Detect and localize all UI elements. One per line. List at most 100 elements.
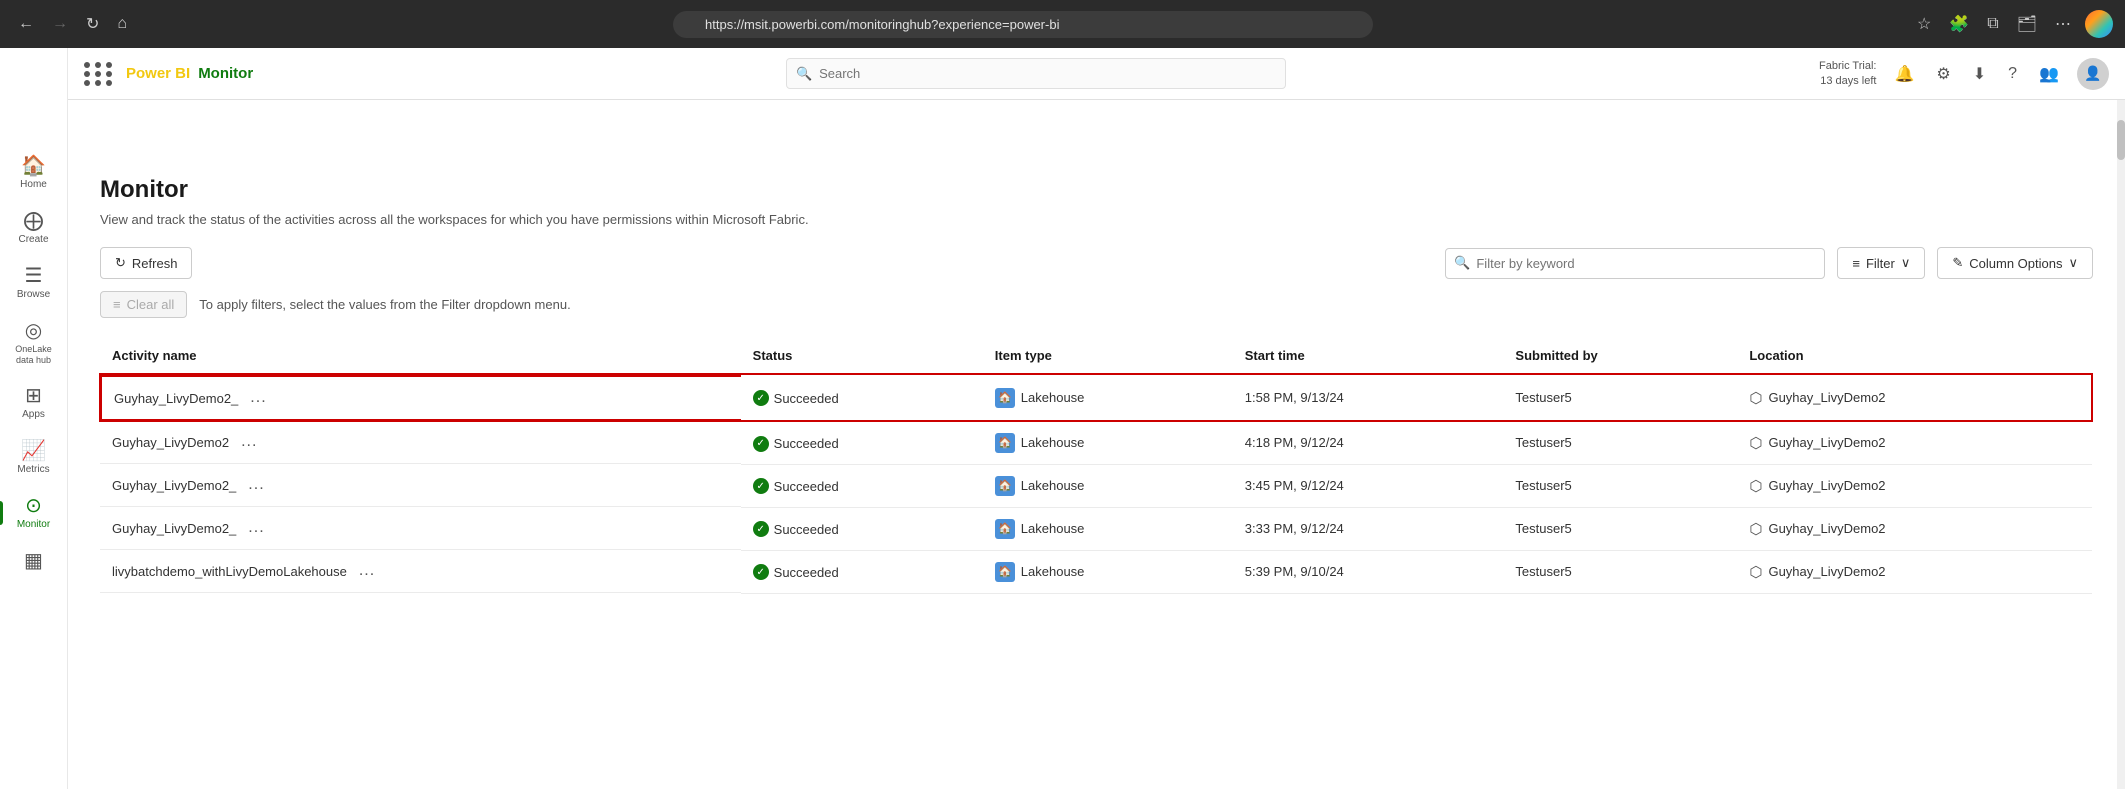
cell-status: ✓Succeeded bbox=[741, 374, 983, 421]
star-icon[interactable]: ☆ bbox=[1913, 10, 1935, 38]
workspace-icon: ⬡ bbox=[1749, 434, 1762, 452]
settings-button[interactable]: ⚙ bbox=[1932, 60, 1954, 88]
filter-search-icon: 🔍 bbox=[1454, 255, 1470, 271]
status-badge: ✓Succeeded bbox=[753, 390, 839, 406]
item-type-cell: 🏠Lakehouse bbox=[995, 519, 1221, 539]
browser-home-button[interactable]: ⌂ bbox=[111, 11, 133, 37]
cell-submitted-by: Testuser5 bbox=[1503, 507, 1737, 550]
notifications-button[interactable]: 🔔 bbox=[1890, 60, 1918, 88]
cell-activity-name: livybatchdemo_withLivyDemoLakehouse... bbox=[100, 550, 741, 593]
row-ellipsis-button[interactable]: ... bbox=[244, 474, 268, 496]
row-ellipsis-button[interactable]: ... bbox=[237, 431, 261, 453]
create-icon: ⨁ bbox=[24, 211, 44, 231]
lakehouse-icon: 🏠 bbox=[995, 388, 1015, 408]
page-title: Monitor bbox=[100, 176, 2093, 204]
column-options-button[interactable]: ✎ Column Options ∨ bbox=[1937, 247, 2093, 279]
row-ellipsis-button[interactable]: ... bbox=[244, 517, 268, 539]
download-button[interactable]: ⬇ bbox=[1969, 60, 1990, 88]
item-type-text: Lakehouse bbox=[1021, 564, 1085, 579]
main-content: Monitor View and track the status of the… bbox=[68, 152, 2125, 789]
table-row[interactable]: Guyhay_LivyDemo2_...✓Succeeded🏠Lakehouse… bbox=[100, 507, 2092, 550]
sidebar-item-monitor[interactable]: ⊙ Monitor bbox=[4, 488, 64, 539]
filter-hint-text: To apply filters, select the values from… bbox=[199, 297, 570, 312]
top-search-bar: 🔍 bbox=[786, 58, 1286, 89]
location-text: Guyhay_LivyDemo2 bbox=[1768, 564, 1885, 579]
filter-chevron-icon: ∨ bbox=[1901, 255, 1911, 271]
sidebar-item-create[interactable]: ⨁ Create bbox=[4, 203, 64, 254]
cell-item-type: 🏠Lakehouse bbox=[983, 374, 1233, 421]
row-ellipsis-button[interactable]: ... bbox=[246, 387, 270, 409]
cell-activity-name: Guyhay_LivyDemo2_... bbox=[100, 507, 741, 550]
help-button[interactable]: ? bbox=[2004, 61, 2021, 87]
more-icon[interactable]: ⋯ bbox=[2051, 10, 2075, 38]
activity-name-text: Guyhay_LivyDemo2_ bbox=[112, 521, 236, 536]
cell-item-type: 🏠Lakehouse bbox=[983, 464, 1233, 507]
location-cell: ⬡Guyhay_LivyDemo2 bbox=[1749, 477, 2080, 495]
filter-button[interactable]: ≡ Filter ∨ bbox=[1837, 247, 1925, 279]
cell-location: ⬡Guyhay_LivyDemo2 bbox=[1737, 507, 2092, 550]
table-row[interactable]: Guyhay_LivyDemo2...✓Succeeded🏠Lakehouse4… bbox=[100, 421, 2092, 464]
col-header-start-time: Start time bbox=[1233, 338, 1504, 374]
location-text: Guyhay_LivyDemo2 bbox=[1768, 435, 1885, 450]
location-cell: ⬡Guyhay_LivyDemo2 bbox=[1749, 389, 2079, 407]
user-avatar[interactable]: 👤 bbox=[2077, 58, 2109, 90]
sidebar-label-onelake: OneLakedata hub bbox=[15, 344, 52, 366]
item-type-cell: 🏠Lakehouse bbox=[995, 562, 1221, 582]
grid-dots-icon[interactable] bbox=[84, 62, 114, 86]
search-input[interactable] bbox=[786, 58, 1286, 89]
status-text: Succeeded bbox=[774, 565, 839, 580]
browser-back-button[interactable]: ← bbox=[12, 11, 40, 37]
table-row[interactable]: livybatchdemo_withLivyDemoLakehouse... ✓ S… bbox=[100, 550, 2092, 593]
success-icon: ✓ bbox=[753, 478, 769, 494]
address-bar-input[interactable] bbox=[673, 11, 1373, 38]
success-icon: ✓ bbox=[753, 564, 769, 580]
success-icon: ✓ bbox=[753, 436, 769, 452]
toolbar-row: ↻ Refresh 🔍 ≡ Filter ∨ ✎ Column Options … bbox=[100, 247, 2093, 279]
cell-submitted-by: Testuser5 bbox=[1503, 464, 1737, 507]
scrollbar-thumb[interactable] bbox=[2117, 120, 2125, 160]
col-header-location: Location bbox=[1737, 338, 2092, 374]
column-options-chevron-icon: ∨ bbox=[2068, 255, 2078, 271]
sidebar-label-apps: Apps bbox=[22, 409, 45, 421]
cell-activity-name: Guyhay_LivyDemo2_... bbox=[100, 375, 741, 421]
browser-reload-button[interactable]: ↻ bbox=[80, 10, 105, 38]
item-type-text: Lakehouse bbox=[1021, 521, 1085, 536]
share-button[interactable]: 👥 bbox=[2035, 60, 2063, 88]
status-text: Succeeded bbox=[774, 436, 839, 451]
cell-submitted-by: Testuser5 bbox=[1503, 374, 1737, 421]
sidebar-item-onelake[interactable]: ◎ OneLakedata hub bbox=[4, 313, 64, 374]
workspace-icon: ⬡ bbox=[1749, 389, 1762, 407]
item-type-cell: 🏠Lakehouse bbox=[995, 433, 1221, 453]
activity-name-text: Guyhay_LivyDemo2_ bbox=[112, 478, 236, 493]
cell-status: ✓Succeeded bbox=[741, 507, 983, 550]
apps-icon: ⊞ bbox=[25, 386, 42, 406]
sidebar-item-browse[interactable]: ☰ Browse bbox=[4, 258, 64, 309]
sidebar-label-home: Home bbox=[20, 179, 47, 191]
lakehouse-icon: 🏠 bbox=[995, 476, 1015, 496]
table-row[interactable]: Guyhay_LivyDemo2_... ✓Succeeded 🏠Lakehouse… bbox=[100, 374, 2092, 421]
split-view-icon[interactable]: ⧉ bbox=[1983, 11, 2002, 37]
workspace-icon: ⬡ bbox=[1749, 563, 1762, 581]
sidebar-item-workspaces[interactable]: ▦ bbox=[4, 543, 64, 579]
row-ellipsis-button[interactable]: ... bbox=[355, 560, 379, 582]
browser-forward-button[interactable]: → bbox=[46, 11, 74, 37]
table-row[interactable]: Guyhay_LivyDemo2_... ✓ Succeeded 🏠Lakehouse… bbox=[100, 464, 2092, 507]
browser-toolbar-right: ☆ 🧩 ⧉ 🗂 ⋯ bbox=[1913, 10, 2113, 38]
sidebar-item-home[interactable]: 🏠 Home bbox=[4, 148, 64, 199]
refresh-button[interactable]: ↻ Refresh bbox=[100, 247, 192, 279]
browser-profile-icon[interactable] bbox=[2085, 10, 2113, 38]
table-body: Guyhay_LivyDemo2_...✓Succeeded🏠Lakehouse… bbox=[100, 374, 2092, 593]
top-bar: Power BI Monitor 🔍 Fabric Trial: 13 days… bbox=[68, 48, 2125, 100]
metrics-icon: 📈 bbox=[21, 441, 46, 461]
collections-icon[interactable]: 🗂 bbox=[2013, 10, 2041, 38]
sidebar-item-metrics[interactable]: 📈 Metrics bbox=[4, 433, 64, 484]
vertical-scrollbar[interactable] bbox=[2117, 100, 2125, 789]
status-text: Succeeded bbox=[774, 479, 839, 494]
filter-keyword-input[interactable] bbox=[1445, 248, 1825, 279]
search-icon: 🔍 bbox=[796, 66, 812, 82]
extension-icon[interactable]: 🧩 bbox=[1945, 10, 1973, 38]
sidebar-item-apps[interactable]: ⊞ Apps bbox=[4, 378, 64, 429]
filter-row: ≡ Clear all To apply filters, select the… bbox=[100, 291, 2093, 318]
cell-start-time: 1:58 PM, 9/13/24 bbox=[1233, 374, 1504, 421]
item-type-cell: 🏠Lakehouse bbox=[995, 476, 1221, 496]
